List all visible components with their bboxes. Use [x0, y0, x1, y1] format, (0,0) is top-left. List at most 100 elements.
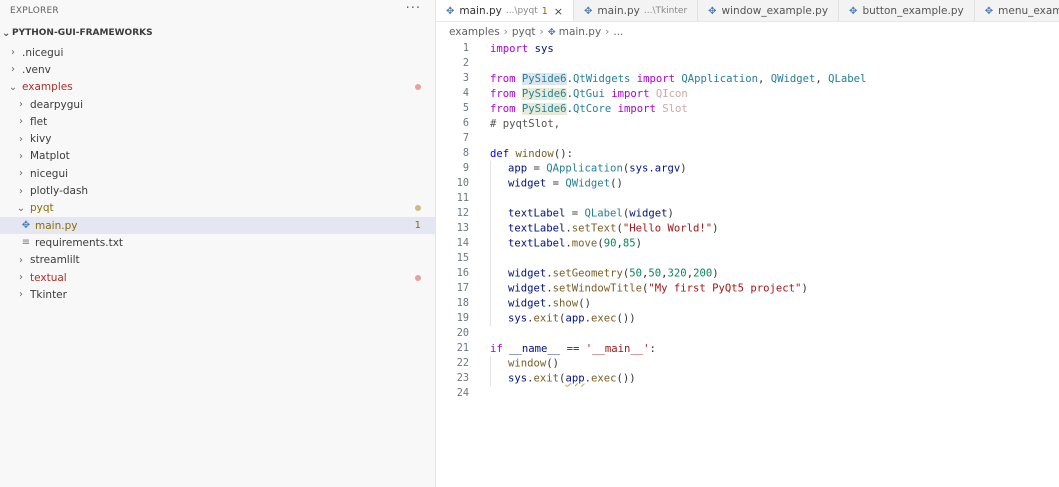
- tree-item-label: textual: [30, 271, 67, 284]
- tab-label: button_example.py: [862, 5, 964, 17]
- code-line: 16 widget.setGeometry(50,50,320,200): [436, 266, 1059, 281]
- tab-problem-count: 1: [541, 5, 548, 17]
- python-file-icon: ✥: [708, 5, 717, 17]
- close-icon[interactable]: ×: [554, 5, 563, 18]
- tree-item-matplot[interactable]: › Matplot: [0, 148, 435, 165]
- git-status-dot: [415, 274, 421, 281]
- line-number: 3: [462, 73, 469, 84]
- tree-item-label: Tkinter: [30, 288, 67, 301]
- tab-main-py-1[interactable]: ✥ main.py ...\Tkinter: [574, 0, 699, 21]
- python-file-icon: ✥: [547, 26, 556, 38]
- workspace-root-label: PYTHON-GUI-FRAMEWORKS: [12, 28, 153, 38]
- code-line: 11: [436, 191, 1059, 206]
- line-number: 10: [456, 178, 469, 189]
- problem-count-badge: 1: [414, 220, 421, 232]
- tree-item-label: Matplot: [30, 150, 70, 163]
- tree-item-venv[interactable]: › .venv: [0, 61, 435, 78]
- tree-item-examples[interactable]: ⌄ examples: [0, 79, 435, 96]
- tab-button-example-py[interactable]: ✥ button_example.py: [839, 0, 975, 21]
- breadcrumb: examples › pyqt › ✥ main.py ›...: [436, 22, 1059, 42]
- text-file-icon: ≡: [21, 237, 31, 249]
- python-file-icon: ✥: [446, 5, 455, 17]
- tree-item-nicegui[interactable]: › .nicegui: [0, 44, 435, 61]
- tree-item-tkinter[interactable]: › Tkinter: [0, 286, 435, 303]
- line-number: 1: [462, 43, 469, 54]
- code-line: 8 def window():: [436, 146, 1059, 161]
- tab-main-py-0[interactable]: ✥ main.py ...\pyqt 1 ×: [436, 0, 575, 21]
- tree-item-flet[interactable]: › flet: [0, 113, 435, 130]
- code-line: 3 from PySide6.QtWidgets import QApplicat…: [436, 71, 1059, 86]
- code-line: 15: [436, 251, 1059, 266]
- line-number: 17: [456, 283, 469, 294]
- tree-item-textual[interactable]: › textual: [0, 269, 435, 286]
- line-number: 16: [456, 268, 469, 279]
- chevron-right-icon: ›: [19, 289, 23, 301]
- workspace-root[interactable]: ⌄ PYTHON-GUI-FRAMEWORKS: [0, 22, 435, 44]
- explorer-sidebar: EXPLORER ··· ⌄ PYTHON-GUI-FRAMEWORKS › .n…: [0, 0, 436, 487]
- chevron-right-icon: ›: [19, 272, 23, 283]
- line-number: 23: [456, 373, 469, 384]
- explorer-header: EXPLORER ···: [0, 0, 435, 22]
- chevron-down-icon: ⌄: [2, 27, 11, 39]
- code-line: 4 from PySide6.QtGui import QIcon: [436, 86, 1059, 101]
- git-status-dot: [415, 84, 421, 91]
- breadcrumb-item[interactable]: ...: [613, 26, 623, 38]
- line-number: 2: [462, 58, 469, 69]
- line-number: 22: [456, 358, 469, 369]
- chevron-down-icon: ⌄: [8, 81, 18, 93]
- chevron-right-icon: ›: [19, 116, 23, 128]
- python-file-icon: ✥: [849, 5, 858, 17]
- code-line: 24: [436, 386, 1059, 401]
- code-line: 19 sys.exit(app.exec()): [436, 311, 1059, 326]
- chevron-right-icon: ›: [19, 99, 23, 111]
- line-number: 12: [456, 208, 469, 219]
- tree-item-pyqt[interactable]: ⌄ pyqt: [0, 200, 435, 217]
- tree-item-label: streamlilt: [30, 254, 80, 267]
- line-number: 24: [456, 388, 469, 399]
- tree-item-dearpygui[interactable]: › dearpygui: [0, 96, 435, 113]
- chevron-right-icon: ›: [19, 168, 23, 180]
- line-number: 20: [456, 328, 469, 339]
- python-file-icon: ✥: [984, 5, 994, 17]
- code-editor[interactable]: 1 import sys 2 3 from PySide6.QtWidgets im…: [436, 41, 1059, 401]
- tree-item-plotly-dash[interactable]: › plotly-dash: [0, 182, 435, 199]
- tab-description: ...\pyqt: [505, 6, 538, 16]
- breadcrumb-item[interactable]: main.py: [559, 26, 601, 38]
- python-file-icon: ✥: [584, 5, 593, 17]
- tab-label: main.py: [597, 5, 640, 17]
- breadcrumb-item[interactable]: pyqt: [512, 26, 536, 38]
- tree-item-nicegui[interactable]: › nicegui: [0, 165, 435, 182]
- more-actions-icon[interactable]: ···: [406, 1, 421, 16]
- code-line: 18 widget.show(): [436, 296, 1059, 311]
- tree-item-main-py[interactable]: ✥ main.py 1: [0, 216, 435, 235]
- line-number: 15: [456, 253, 469, 264]
- tree-item-requirements-txt[interactable]: ≡ requirements.txt: [0, 234, 435, 251]
- breadcrumb-item[interactable]: examples: [449, 26, 500, 38]
- code-line: 2: [436, 56, 1059, 71]
- code-line: 23 sys.exit(app.exec()): [436, 371, 1059, 386]
- line-number: 6: [462, 118, 469, 129]
- line-number: 5: [462, 103, 469, 114]
- code-line: 14 textLabel.move(90,85): [436, 236, 1059, 251]
- tree-item-label: requirements.txt: [35, 236, 124, 249]
- tree-item-label: examples: [22, 81, 73, 94]
- tree-item-kivy[interactable]: › kivy: [0, 130, 435, 147]
- line-number: 21: [456, 343, 469, 354]
- chevron-right-icon: ›: [19, 185, 23, 197]
- code-line: 6 # pyqtSlot,: [436, 116, 1059, 131]
- tab-window-example-py[interactable]: ✥ window_example.py: [698, 0, 840, 21]
- editor-tabs: ✥ main.py ...\pyqt 1 × ✥ main.py ...\Tkinter ✥ wi…: [436, 0, 1059, 22]
- chevron-right-icon: ›: [11, 47, 15, 59]
- chevron-down-icon: ⌄: [16, 202, 26, 214]
- code-line: 13 textLabel.setText("Hello World!"): [436, 221, 1059, 236]
- chevron-right-icon: ›: [539, 26, 544, 38]
- tree-item-label: kivy: [30, 133, 52, 146]
- tab-menu-example-py[interactable]: ✥ menu_example.py: [975, 0, 1059, 21]
- chevron-right-icon: ›: [19, 254, 23, 266]
- tree-item-label: nicegui: [30, 167, 69, 180]
- tab-description: ...\Tkinter: [643, 6, 688, 16]
- line-number: 9: [462, 163, 469, 174]
- tree-item-streamlilt[interactable]: › streamlilt: [0, 252, 435, 269]
- python-file-icon: ✥: [21, 220, 31, 232]
- tree-item-label: dearpygui: [30, 98, 83, 111]
